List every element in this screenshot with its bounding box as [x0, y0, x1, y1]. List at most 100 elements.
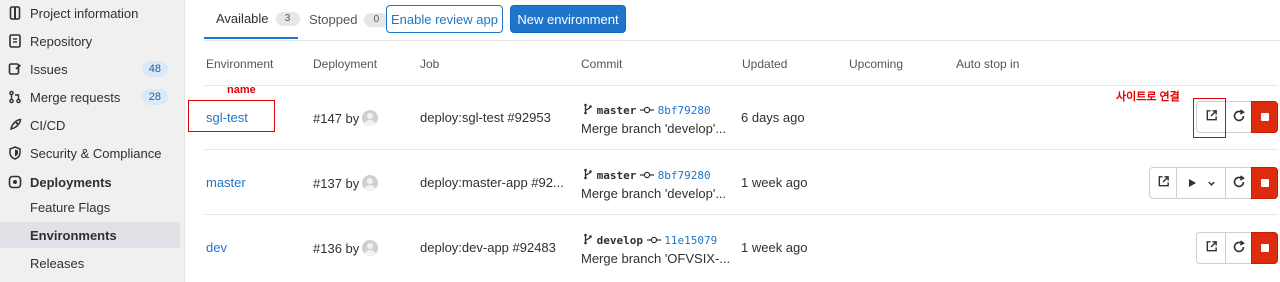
external-link-icon — [1205, 240, 1218, 256]
enable-review-app-button[interactable]: Enable review app — [386, 5, 503, 33]
deployment-info: #136 by — [313, 240, 379, 256]
annotation-highlight-box — [1193, 98, 1226, 138]
tab-label: Stopped — [309, 12, 358, 27]
merge-requests-count-badge: 28 — [141, 89, 168, 105]
commit-sha-link[interactable]: 11e15079 — [664, 234, 717, 247]
deployments-icon — [8, 175, 22, 189]
retry-icon — [1232, 239, 1246, 257]
sidebar-item-deployments[interactable]: Deployments — [0, 169, 180, 195]
avatar[interactable] — [362, 240, 379, 256]
avatar[interactable] — [362, 110, 379, 126]
sidebar-item-repository[interactable]: Repository — [0, 28, 180, 54]
play-icon — [1187, 176, 1197, 191]
commit-sha-link[interactable]: 8bf79280 — [658, 169, 711, 182]
sidebar-item-label: Security & Compliance — [30, 145, 162, 161]
tab-available[interactable]: Available 3 — [204, 0, 300, 39]
sidebar-item-feature-flags[interactable]: Feature Flags — [0, 194, 180, 220]
chevron-down-icon — [1207, 176, 1216, 191]
redeploy-button[interactable] — [1225, 101, 1252, 133]
stop-environment-button[interactable] — [1251, 232, 1278, 264]
avatar[interactable] — [362, 175, 379, 191]
sidebar-item-issues[interactable]: Issues 48 — [0, 56, 180, 82]
document-icon — [8, 6, 22, 20]
commit-ref-line: master 8bf79280 — [583, 167, 711, 183]
column-header-environment: Environment — [206, 57, 274, 71]
shield-icon — [8, 146, 22, 160]
tab-label: Available — [216, 11, 269, 26]
column-header-upcoming: Upcoming — [849, 57, 904, 71]
external-link-icon — [1157, 175, 1170, 191]
commit-ref-line: develop 11e15079 — [583, 232, 717, 248]
retry-icon — [1232, 174, 1246, 192]
commit-icon — [646, 233, 661, 248]
sidebar-item-label: Deployments — [30, 174, 112, 190]
redeploy-button[interactable] — [1225, 232, 1252, 264]
stop-environment-button[interactable] — [1251, 101, 1278, 133]
deployment-number: #147 by — [313, 111, 360, 126]
deployment-number: #136 by — [313, 241, 360, 256]
redeploy-button[interactable] — [1225, 167, 1252, 199]
row-divider — [204, 85, 1278, 86]
rocket-icon — [8, 118, 22, 132]
sidebar-item-label: Repository — [30, 33, 93, 49]
sidebar-item-environments[interactable]: Environments — [0, 222, 180, 248]
commit-ref-line: master 8bf79280 — [583, 102, 711, 118]
deployment-number: #137 by — [313, 176, 360, 191]
environment-link[interactable]: dev — [206, 240, 227, 255]
job-link[interactable]: deploy:dev-app #92483 — [420, 240, 556, 255]
branch-icon — [583, 103, 593, 118]
sidebar-item-releases[interactable]: Releases — [0, 250, 180, 276]
annotation-highlight-box — [188, 100, 275, 132]
merge-request-icon — [8, 90, 22, 104]
sidebar-item-label: Merge requests — [30, 89, 121, 105]
column-header-job: Job — [420, 57, 440, 71]
deployment-info: #147 by — [313, 110, 379, 126]
column-header-commit: Commit — [581, 57, 623, 71]
updated-time: 1 week ago — [741, 175, 808, 190]
job-link[interactable]: deploy:master-app #92... — [420, 175, 564, 190]
commit-branch-link[interactable]: master — [597, 104, 637, 117]
sidebar: Project information Repository Issues 48… — [0, 0, 185, 282]
environment-tabs: Available 3 Stopped 0 Enable review app … — [204, 0, 1280, 41]
commit-message-link[interactable]: Merge branch 'develop'... — [581, 186, 726, 201]
tab-stopped[interactable]: Stopped 0 — [300, 0, 389, 39]
column-header-updated: Updated — [742, 57, 788, 71]
stop-icon — [1260, 179, 1269, 187]
commit-icon — [640, 103, 654, 118]
sidebar-item-merge-requests[interactable]: Merge requests 28 — [0, 84, 180, 110]
row-divider — [204, 149, 1278, 150]
issues-count-badge: 48 — [141, 61, 168, 77]
sidebar-item-security-compliance[interactable]: Security & Compliance — [0, 140, 180, 166]
updated-time: 1 week ago — [741, 240, 808, 255]
commit-sha-link[interactable]: 8bf79280 — [658, 104, 711, 117]
new-environment-button[interactable]: New environment — [510, 5, 626, 33]
column-header-deployment: Deployment — [313, 57, 378, 71]
sidebar-item-label: Issues — [30, 61, 68, 77]
branch-icon — [583, 168, 593, 183]
sidebar-item-label: CI/CD — [30, 117, 66, 133]
deploy-actions-dropdown[interactable] — [1176, 167, 1226, 199]
retry-icon — [1232, 108, 1246, 126]
sidebar-item-label: Feature Flags — [30, 199, 111, 215]
repository-icon — [8, 34, 22, 48]
commit-icon — [640, 168, 654, 183]
commit-message-link[interactable]: Merge branch 'OFVSIX-... — [581, 251, 730, 266]
sidebar-item-ci-cd[interactable]: CI/CD — [0, 112, 180, 138]
branch-icon — [583, 233, 593, 248]
annotation-site-link-label: 사이트로 연결 — [1116, 91, 1180, 103]
tab-count-badge: 0 — [364, 12, 389, 27]
sidebar-item-label: Project information — [30, 5, 139, 21]
updated-time: 6 days ago — [741, 110, 805, 125]
column-header-auto-stop: Auto stop in — [956, 57, 1020, 71]
sidebar-item-project-information[interactable]: Project information — [0, 0, 180, 26]
row-divider — [204, 214, 1278, 215]
commit-branch-link[interactable]: master — [597, 169, 637, 182]
commit-branch-link[interactable]: develop — [597, 234, 643, 247]
stop-icon — [1260, 244, 1269, 252]
job-link[interactable]: deploy:sgl-test #92953 — [420, 110, 551, 125]
open-live-environment-button[interactable] — [1149, 167, 1177, 199]
open-live-environment-button[interactable] — [1196, 232, 1226, 264]
environment-link[interactable]: master — [206, 175, 246, 190]
stop-environment-button[interactable] — [1251, 167, 1278, 199]
commit-message-link[interactable]: Merge branch 'develop'... — [581, 121, 726, 136]
